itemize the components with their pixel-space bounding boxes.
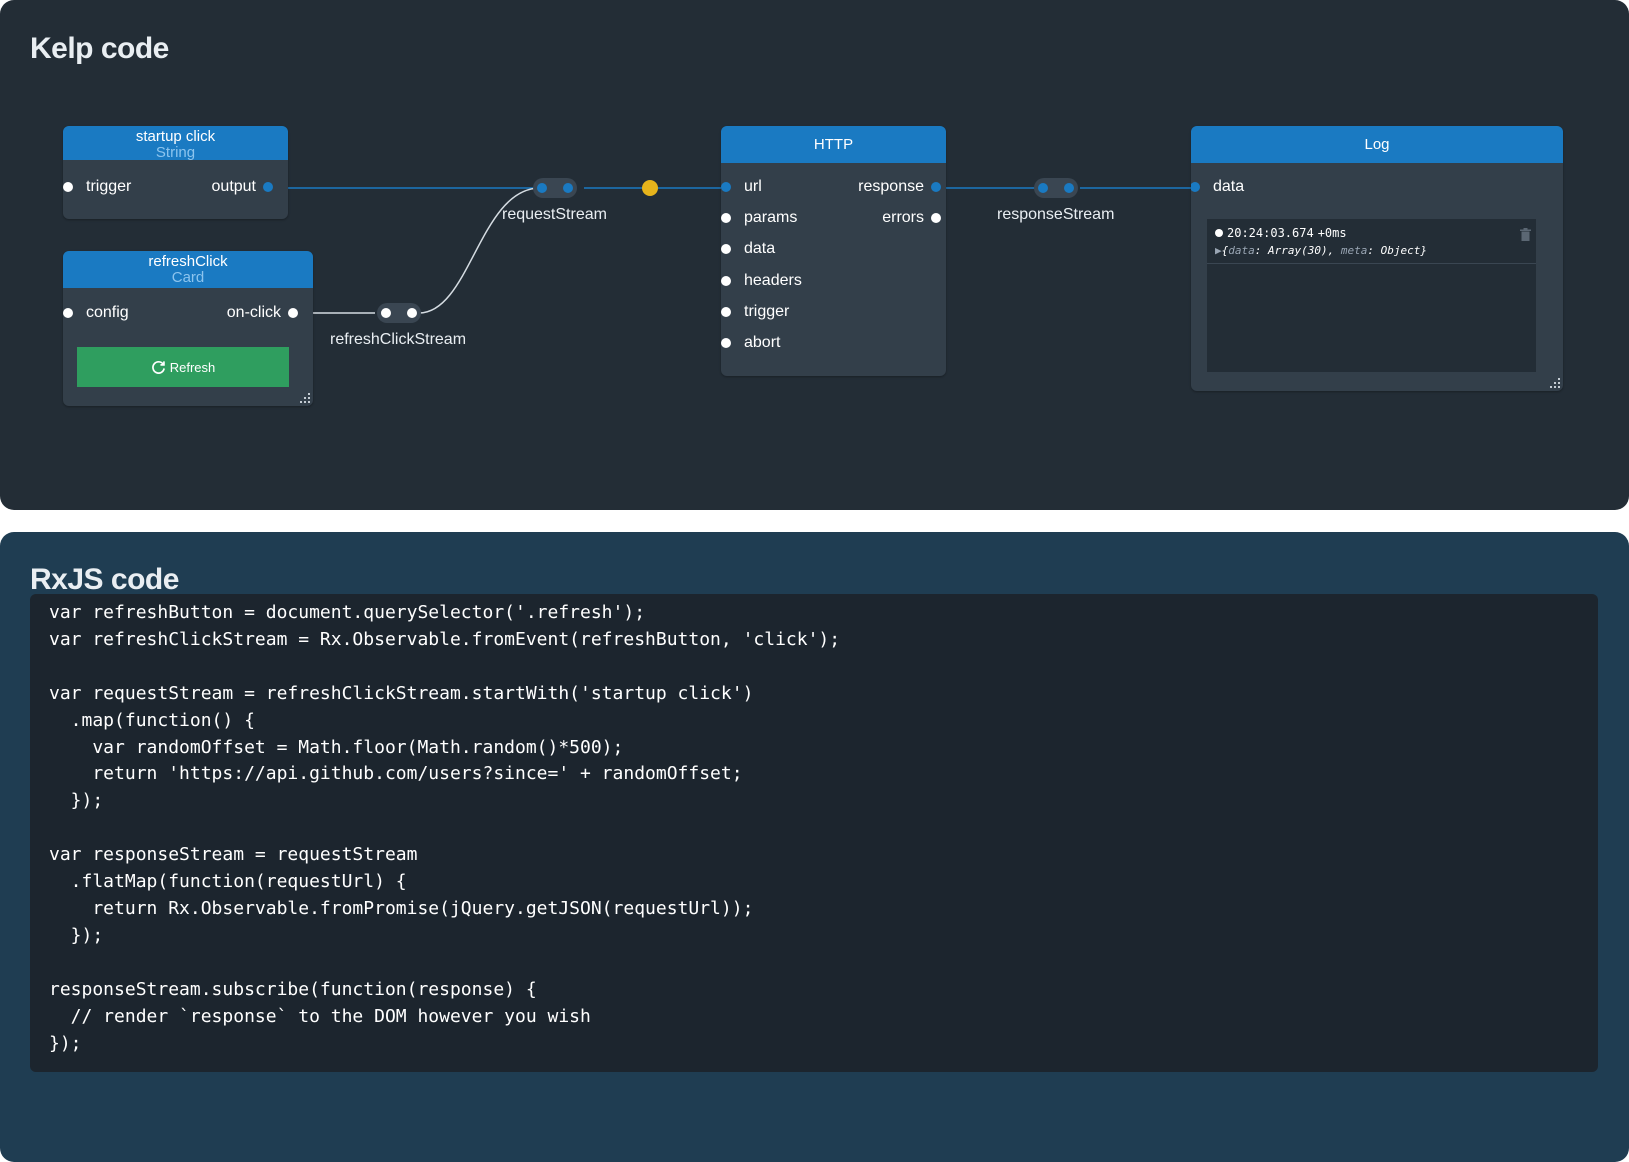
port-trigger[interactable]: trigger bbox=[63, 178, 131, 196]
refresh-button[interactable]: Refresh bbox=[77, 347, 289, 387]
trash-icon[interactable] bbox=[1520, 228, 1531, 241]
stream-label-response: responseStream bbox=[997, 206, 1115, 223]
resize-handle[interactable] bbox=[1548, 376, 1560, 388]
port-dot[interactable] bbox=[721, 307, 731, 317]
port-dot[interactable] bbox=[721, 213, 731, 223]
port-trigger[interactable]: trigger bbox=[721, 303, 789, 321]
port-url[interactable]: url bbox=[721, 178, 762, 196]
port-errors[interactable]: errors bbox=[882, 209, 941, 227]
node-log[interactable]: Log data 20:24:03.674 +0ms ▶{data: Array… bbox=[1191, 126, 1563, 391]
port-dot[interactable] bbox=[63, 308, 73, 318]
node-header: HTTP bbox=[721, 126, 946, 163]
node-title: HTTP bbox=[813, 136, 854, 153]
node-header: Log bbox=[1191, 126, 1563, 163]
port-response[interactable]: response bbox=[858, 178, 941, 196]
port-dot[interactable] bbox=[721, 182, 731, 192]
port-headers[interactable]: headers bbox=[721, 272, 802, 290]
port-dot[interactable] bbox=[721, 338, 731, 348]
port-dot[interactable] bbox=[63, 182, 73, 192]
resize-handle[interactable] bbox=[298, 391, 310, 403]
port-data[interactable]: data bbox=[1191, 178, 1244, 196]
node-http[interactable]: HTTP url params data headers trigger abo… bbox=[721, 126, 946, 376]
port-abort[interactable]: abort bbox=[721, 334, 780, 352]
log-entry-delta: +0ms bbox=[1317, 226, 1347, 240]
port-dot[interactable] bbox=[721, 244, 731, 254]
port-dot[interactable] bbox=[288, 308, 298, 318]
port-params[interactable]: params bbox=[721, 209, 797, 227]
node-startup-click[interactable]: startup click String trigger output bbox=[63, 126, 288, 219]
rxjs-panel: RxJS code var refreshButton = document.q… bbox=[0, 532, 1629, 1162]
node-title: startup click bbox=[135, 128, 216, 145]
log-bullet-icon bbox=[1215, 229, 1223, 237]
port-dot[interactable] bbox=[1191, 182, 1200, 192]
kelp-panel: Kelp code startup click String trigger o… bbox=[0, 0, 1629, 510]
port-config[interactable]: config bbox=[63, 304, 129, 322]
expand-triangle-icon[interactable]: ▶ bbox=[1215, 244, 1222, 257]
stream-node-request[interactable] bbox=[533, 178, 577, 198]
rxjs-title: RxJS code bbox=[30, 563, 179, 596]
stream-label-refresh-click: refreshClickStream bbox=[330, 331, 467, 348]
code-text[interactable]: var refreshButton = document.querySelect… bbox=[49, 600, 840, 1057]
node-header: startup click String bbox=[63, 126, 288, 160]
log-separator bbox=[1207, 263, 1536, 264]
node-title: Log bbox=[1364, 136, 1390, 153]
stream-label-request: requestStream bbox=[502, 206, 607, 223]
port-data[interactable]: data bbox=[721, 240, 775, 258]
log-entry-header: 20:24:03.674 +0ms bbox=[1215, 226, 1347, 240]
node-subtitle: Card bbox=[171, 269, 205, 286]
port-on-click[interactable]: on-click bbox=[227, 304, 298, 322]
log-entry-value[interactable]: ▶{data: Array(30), meta: Object} bbox=[1215, 244, 1427, 257]
log-output[interactable]: 20:24:03.674 +0ms ▶{data: Array(30), met… bbox=[1207, 219, 1536, 372]
port-dot[interactable] bbox=[263, 182, 273, 192]
node-refresh-click[interactable]: refreshClick Card config on-click Refres… bbox=[63, 251, 313, 406]
code-block[interactable]: var refreshButton = document.querySelect… bbox=[30, 594, 1598, 1072]
port-dot[interactable] bbox=[931, 213, 941, 223]
stream-node-refresh-click[interactable] bbox=[377, 303, 421, 323]
stream-node-response[interactable] bbox=[1034, 178, 1078, 198]
refresh-icon bbox=[151, 360, 165, 374]
node-subtitle: String bbox=[155, 144, 196, 161]
refresh-button-label: Refresh bbox=[169, 359, 216, 375]
log-entry-time: 20:24:03.674 bbox=[1227, 226, 1314, 240]
port-dot[interactable] bbox=[931, 182, 941, 192]
node-title: refreshClick bbox=[148, 253, 228, 270]
port-output[interactable]: output bbox=[212, 178, 273, 196]
port-dot[interactable] bbox=[721, 276, 731, 286]
node-header: refreshClick Card bbox=[63, 251, 313, 288]
active-signal-dot bbox=[642, 180, 658, 196]
